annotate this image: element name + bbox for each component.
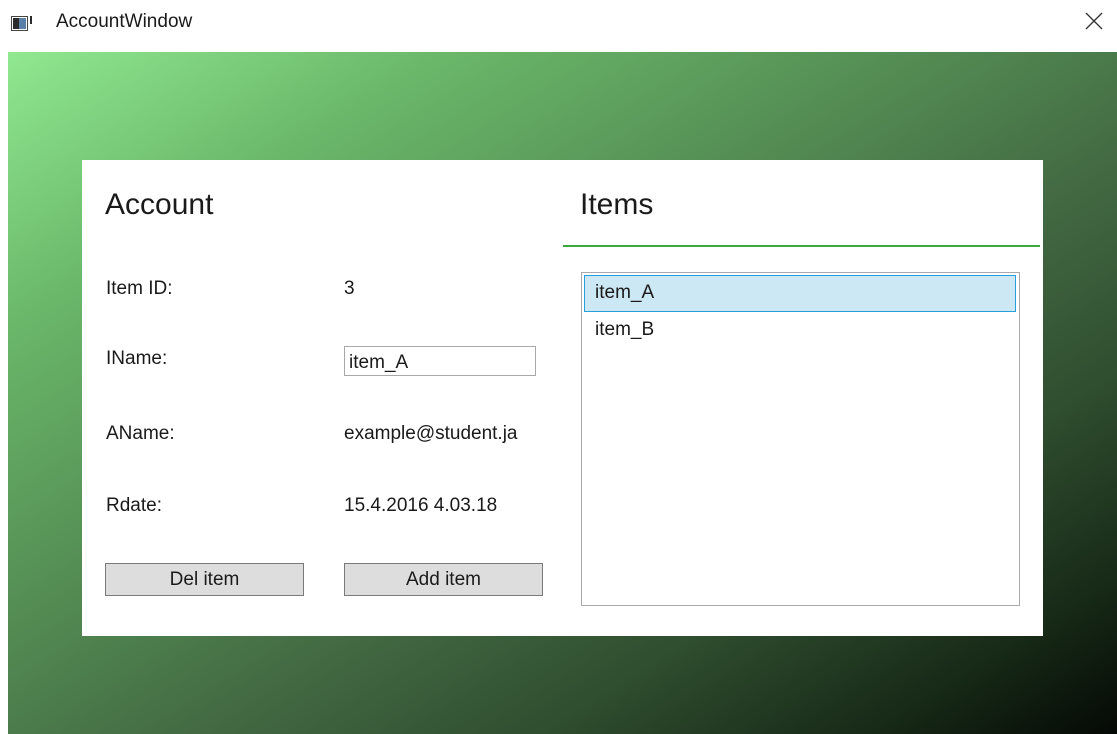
window-title: AccountWindow: [56, 11, 193, 32]
list-item-item-a[interactable]: item_A: [584, 275, 1016, 312]
iname-label: IName:: [106, 348, 168, 369]
items-heading: Items: [580, 188, 654, 221]
rdate-value: 15.4.2016 4.03.18: [344, 495, 498, 516]
close-button[interactable]: [1071, 0, 1117, 46]
del-item-button[interactable]: Del item: [105, 563, 304, 596]
add-item-button[interactable]: Add item: [344, 563, 543, 596]
item-id-value: 3: [344, 278, 355, 299]
title-bar[interactable]: AccountWindow: [0, 0, 1117, 52]
rdate-label: Rdate:: [106, 495, 162, 516]
account-heading: Account: [105, 188, 214, 221]
content-panel: Account Item ID: 3 IName: AName: example…: [82, 160, 1043, 636]
account-window: AccountWindow Account Item ID: 3 IName: …: [0, 0, 1117, 734]
item-id-label: Item ID:: [106, 278, 173, 299]
aname-label: AName:: [106, 423, 175, 444]
close-icon: [1085, 12, 1103, 35]
iname-input[interactable]: [344, 346, 536, 376]
list-item-item-b[interactable]: item_B: [584, 312, 1016, 349]
gradient-background: Account Item ID: 3 IName: AName: example…: [8, 52, 1117, 734]
items-listbox[interactable]: item_A item_B: [581, 272, 1020, 606]
aname-value: example@student.ja: [344, 423, 518, 444]
app-window-icon: [11, 16, 35, 31]
items-heading-underline: [563, 245, 1040, 247]
